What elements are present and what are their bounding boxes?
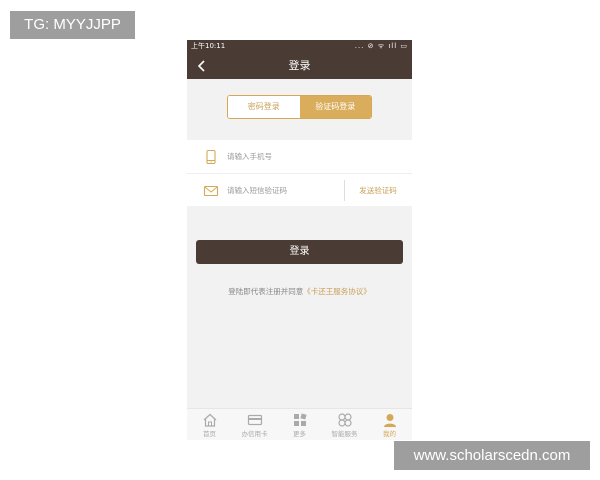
tab-mine[interactable]: 我的 [367,409,412,440]
agreement-prefix: 登陆即代表注册并同意 [228,287,304,296]
tab-home[interactable]: 首页 [187,409,232,440]
phone-icon [203,149,219,165]
phone-screen: 上午10:11 ... ⊘ ᯤ ıll ▭ 登录 密码登录 验证码登录 请输入手… [187,40,412,440]
user-icon [383,414,396,427]
tab-credit-card-label: 办信用卡 [241,430,268,438]
tab-smart-service-label: 智能服务 [331,430,358,438]
tab-more-label: 更多 [293,430,306,438]
login-mode-tabs: 密码登录 验证码登录 [227,95,372,119]
status-bar: 上午10:11 ... ⊘ ᯤ ıll ▭ [187,40,412,53]
envelope-icon [203,183,219,199]
tab-credit-card[interactable]: 办信用卡 [232,409,277,440]
tab-code-login[interactable]: 验证码登录 [299,96,371,118]
sms-code-input[interactable] [227,182,337,199]
code-row: 发送验证码 [187,173,412,206]
home-icon [203,413,216,427]
phone-input[interactable] [227,148,337,165]
tab-mine-label: 我的 [383,430,396,438]
status-time: 上午10:11 [191,42,226,50]
chevron-left-icon[interactable] [195,58,209,74]
phone-row [187,140,412,173]
tab-more[interactable]: 更多 [277,409,322,440]
status-icons: ... ⊘ ᯤ ıll ▭ [354,42,408,50]
watermark-top-left: TG: MYYJJPP [10,11,135,39]
divider [344,180,345,201]
service-agreement-link[interactable]: 《卡还王服务协议》 [303,287,371,296]
nav-bar: 登录 [187,53,412,79]
send-code-button[interactable]: 发送验证码 [347,174,409,207]
watermark-bottom-right: www.scholarscedn.com [394,441,590,470]
login-button[interactable]: 登录 [196,240,403,264]
tab-password-login[interactable]: 密码登录 [228,96,300,118]
clover-icon [337,413,352,427]
tab-home-label: 首页 [203,430,216,438]
credit-card-icon [247,414,262,426]
page-title: 登录 [288,59,311,72]
grid-icon [293,413,307,426]
bottom-tab-bar: 首页 办信用卡 更多 智能服务 我的 [187,408,412,440]
tab-smart-service[interactable]: 智能服务 [322,409,367,440]
agreement-text: 登陆即代表注册并同意《卡还王服务协议》 [187,286,412,298]
login-form: 发送验证码 [187,140,412,206]
